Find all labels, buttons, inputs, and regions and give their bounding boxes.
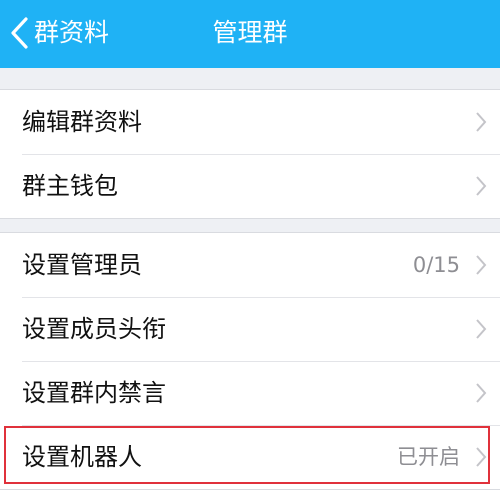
row-edit-group-info[interactable]: 编辑群资料 [0, 90, 500, 154]
row-owner-wallet[interactable]: 群主钱包 [0, 154, 500, 218]
row-set-group-mute[interactable]: 设置群内禁言 [0, 361, 500, 425]
row-set-member-titles[interactable]: 设置成员头衔 [0, 297, 500, 361]
row-label: 设置机器人 [22, 443, 142, 471]
chevron-right-icon [476, 447, 487, 467]
row-label: 群主钱包 [22, 172, 118, 200]
chevron-right-icon [476, 112, 487, 132]
admin-count-value: 0/15 [412, 253, 460, 277]
row-label: 设置群内禁言 [22, 379, 166, 407]
chevron-right-icon [476, 383, 487, 403]
settings-section-group-info: 编辑群资料 群主钱包 [0, 89, 500, 219]
chevron-right-icon [476, 176, 487, 196]
row-label: 设置成员头衔 [22, 315, 166, 343]
settings-section-management: 设置管理员 0/15 设置成员头衔 设置群内禁言 设置机器人 已开启 [0, 232, 500, 490]
robot-status-value: 已开启 [397, 445, 460, 469]
row-label: 设置管理员 [22, 251, 142, 279]
row-set-admins[interactable]: 设置管理员 0/15 [0, 233, 500, 297]
chevron-right-icon [476, 255, 487, 275]
row-label: 编辑群资料 [22, 108, 142, 136]
navigation-bar: 群资料 管理群 [0, 0, 500, 68]
page-title: 管理群 [212, 18, 288, 47]
row-set-robot[interactable]: 设置机器人 已开启 [0, 425, 500, 489]
chevron-right-icon [476, 319, 487, 339]
